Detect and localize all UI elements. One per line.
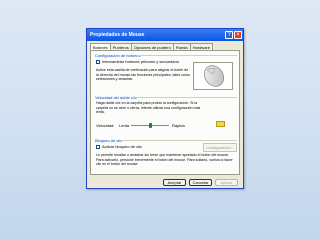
group-title-click-lock: Bloqueo de clic: [95, 138, 123, 143]
slider-thumb[interactable]: [148, 123, 152, 128]
button-config-description: Active esta casilla de verificación para…: [96, 68, 190, 82]
group-divider: [133, 97, 237, 98]
click-lock-row[interactable]: Activar bloqueo de clic: [96, 144, 142, 149]
double-click-description: Haga doble clic en la carpeta para proba…: [96, 101, 201, 115]
apply-button[interactable]: Aplicar: [215, 179, 238, 186]
group-title-button-config: Configuración de botones: [95, 53, 141, 58]
click-lock-label: Activar bloqueo de clic: [102, 144, 143, 149]
fast-label: Rápida: [172, 123, 185, 128]
mouse-properties-window: Propiedades de Mouse ? × Botones Puntero…: [86, 28, 244, 189]
group-divider: [121, 140, 237, 141]
buttons-panel: Configuración de botones Intercambiar bo…: [90, 50, 240, 175]
mouse-preview: [193, 62, 233, 90]
close-button[interactable]: ×: [234, 31, 242, 39]
folder-icon[interactable]: [216, 121, 225, 127]
window-title: Propiedades de Mouse: [90, 32, 145, 38]
click-lock-description: Le permite resaltar o arrastrar sin tene…: [96, 153, 233, 167]
help-button[interactable]: ?: [225, 31, 233, 39]
ok-button[interactable]: Aceptar: [163, 179, 186, 186]
title-bar[interactable]: Propiedades de Mouse ? ×: [87, 29, 243, 41]
cancel-button[interactable]: Cancelar: [189, 179, 212, 186]
slow-label: Lenta: [119, 123, 130, 128]
swap-buttons-row[interactable]: Intercambiar botones primario y secundar…: [96, 59, 179, 64]
click-lock-settings-button[interactable]: Configuración...: [203, 143, 238, 152]
swap-buttons-checkbox[interactable]: [96, 59, 100, 64]
group-divider: [137, 55, 237, 56]
click-lock-checkbox[interactable]: [96, 144, 100, 149]
speed-label: Velocidad:: [96, 123, 115, 128]
swap-buttons-label: Intercambiar botones primario y secundar…: [102, 59, 179, 64]
group-title-double-click: Velocidad del doble clic: [95, 95, 137, 100]
mouse-icon: [203, 65, 225, 87]
